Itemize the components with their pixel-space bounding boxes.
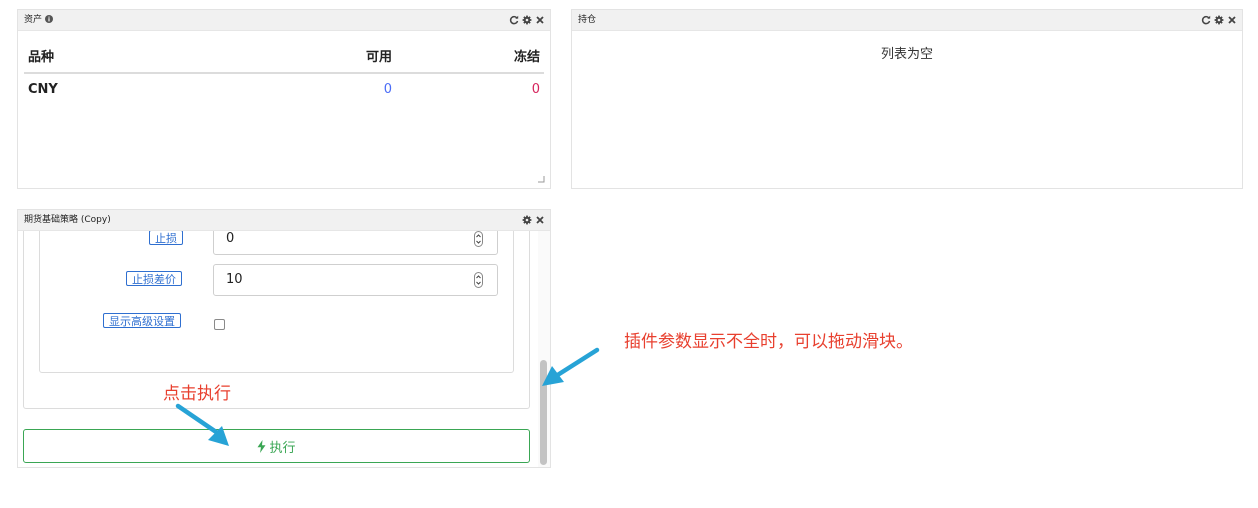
execute-button[interactable]: 执行 bbox=[23, 429, 530, 463]
column-header-frozen[interactable]: 冻结 bbox=[514, 50, 540, 66]
strategy-panel-title: 期货基础策略 (Copy) bbox=[24, 215, 111, 225]
gear-icon[interactable] bbox=[522, 215, 532, 225]
assets-panel-header[interactable]: 资产 bbox=[18, 10, 550, 31]
stop-loss-value: 0 bbox=[226, 231, 235, 246]
close-icon[interactable] bbox=[535, 15, 545, 25]
positions-panel: 持仓 列表为空 bbox=[571, 9, 1243, 189]
execute-button-label: 执行 bbox=[269, 440, 296, 456]
assets-panel: 资产 品种 可用 冻结 CNY 0 0 bbox=[17, 9, 551, 189]
arrow-to-scrollbar-icon bbox=[542, 347, 600, 386]
arrow-to-execute-icon bbox=[175, 403, 229, 446]
strategy-panel: 期货基础策略 (Copy) 止损 0 止损差价 10 显示高级设置 执行 bbox=[17, 209, 551, 468]
info-icon[interactable] bbox=[45, 15, 54, 23]
strategy-panel-header[interactable]: 期货基础策略 (Copy) bbox=[18, 210, 550, 231]
show-advanced-checkbox[interactable] bbox=[214, 319, 225, 330]
column-header-available[interactable]: 可用 bbox=[366, 50, 392, 66]
stop-loss-input[interactable]: 0 bbox=[213, 231, 498, 255]
assets-panel-tools bbox=[509, 12, 545, 28]
stepper-arrows-icon[interactable] bbox=[474, 231, 483, 247]
assets-panel-title: 资产 bbox=[24, 14, 54, 26]
close-icon[interactable] bbox=[535, 215, 545, 225]
assets-table-header: 品种 可用 冻结 bbox=[24, 42, 544, 74]
stop-loss-spread-value: 10 bbox=[226, 272, 243, 287]
param-label-stop-loss-spread: 止损差价 bbox=[126, 271, 182, 286]
strategy-params-area[interactable]: 止损 0 止损差价 10 显示高级设置 执行 bbox=[18, 231, 550, 467]
close-icon[interactable] bbox=[1227, 15, 1237, 25]
positions-empty-message: 列表为空 bbox=[880, 47, 933, 62]
stepper-arrows-icon[interactable] bbox=[474, 272, 483, 288]
refresh-icon[interactable] bbox=[509, 15, 519, 25]
refresh-icon[interactable] bbox=[1201, 15, 1211, 25]
gear-icon[interactable] bbox=[522, 15, 532, 25]
scroll-hint-text: 插件参数显示不全时，可以拖动滑块。 bbox=[624, 332, 913, 352]
positions-panel-header[interactable]: 持仓 bbox=[572, 10, 1242, 31]
stop-loss-spread-input[interactable]: 10 bbox=[213, 264, 498, 296]
column-header-symbol[interactable]: 品种 bbox=[28, 50, 54, 66]
positions-panel-tools bbox=[1201, 12, 1237, 28]
positions-panel-title: 持仓 bbox=[578, 15, 597, 25]
asset-symbol: CNY bbox=[28, 82, 58, 97]
resize-handle-icon[interactable] bbox=[538, 176, 545, 183]
assets-table: 品种 可用 冻结 CNY 0 0 bbox=[24, 42, 544, 104]
strategy-panel-tools bbox=[522, 212, 545, 228]
asset-available: 0 bbox=[383, 82, 392, 97]
asset-frozen: 0 bbox=[531, 82, 540, 97]
bolt-icon bbox=[257, 439, 266, 453]
param-label-stop-loss: 止损 bbox=[149, 231, 183, 245]
param-label-show-advanced: 显示高级设置 bbox=[103, 313, 181, 328]
table-row: CNY 0 0 bbox=[24, 74, 544, 104]
gear-icon[interactable] bbox=[1214, 15, 1224, 25]
